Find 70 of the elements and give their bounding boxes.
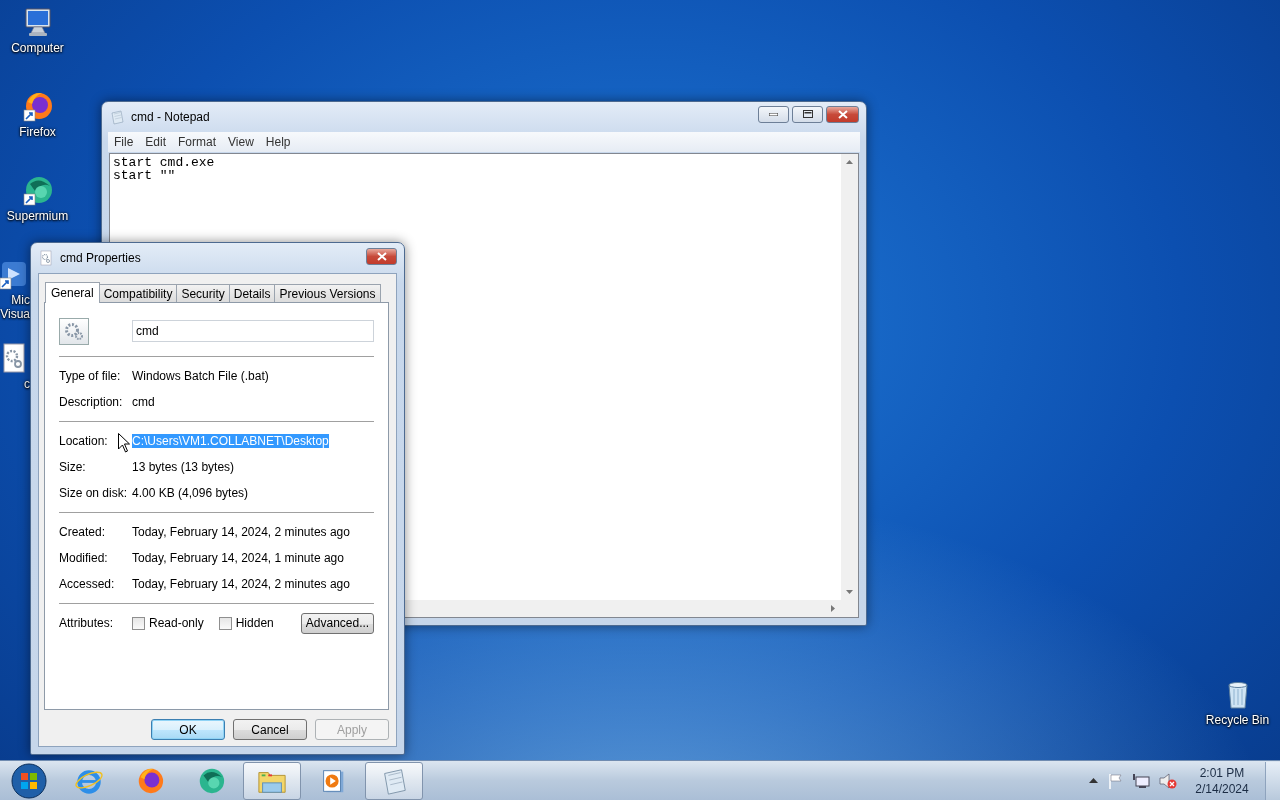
field-label: Size on disk: [59,486,128,500]
close-button[interactable] [366,248,397,265]
notepad-icon [109,109,125,125]
tab[interactable]: Details [228,284,276,302]
clock-time[interactable]: 2:01 PM [1199,764,1245,781]
field-label: Modified: [59,551,108,565]
desktop-icon-label[interactable]: Firefox [19,125,56,139]
taskbar-button[interactable] [365,761,423,800]
field-value: Windows Batch File (.bat) [132,369,269,383]
desktop-icon-label[interactable]: c [0,377,30,391]
tab[interactable]: General [45,282,100,303]
gear-file-icon [59,317,89,345]
field-label: Description: [59,395,123,409]
menu-item[interactable]: File [108,135,140,149]
desktop-icon-label[interactable]: Supermium [6,209,69,223]
field-value: Today, February 14, 2024, 2 minutes ago [132,577,350,591]
menu-item[interactable]: View [222,135,260,149]
scroll-right-icon [831,605,835,612]
flag-icon[interactable] [1107,772,1123,789]
field-label: Location: [59,434,108,448]
minimize-button[interactable] [758,105,789,123]
fox-globe-icon [21,90,54,122]
field-value: 4.00 KB (4,096 bytes) [132,486,249,500]
scroll-down-icon [846,590,853,594]
field-label: Attributes: [59,616,115,630]
checkbox[interactable] [132,616,145,630]
advanced-button[interactable]: Advanced... [301,612,374,634]
field-label: Accessed: [59,577,115,591]
mouse-cursor-icon [118,433,130,453]
show-hidden-icons-icon[interactable] [1089,778,1098,783]
desktop-icon-label[interactable]: Computer [11,41,64,55]
field-value: 13 bytes (13 bytes) [132,460,235,474]
checkbox-label[interactable]: Hidden [235,616,274,630]
file-name-field[interactable]: cmd [132,320,374,342]
gear-file-icon [38,250,54,266]
clock-date[interactable]: 2/14/2024 [1195,780,1249,797]
minimize-icon [769,112,778,116]
checkbox[interactable] [218,616,232,630]
field-value: Today, February 14, 2024, 1 minute ago [132,551,344,565]
taskbar-button[interactable] [243,761,301,800]
menu-item[interactable]: Edit [139,135,173,149]
maximize-icon [802,110,813,118]
close-icon [837,109,848,119]
tab[interactable]: Compatibility [98,284,178,302]
dialog-button[interactable]: Cancel [233,719,307,740]
checkbox-label[interactable]: Read-only [149,616,204,630]
close-button[interactable] [826,105,859,123]
desktop-icon-label[interactable]: Mic Visua [0,293,30,321]
muted-speaker-icon[interactable] [1159,772,1177,789]
close-icon [376,252,387,261]
desktop-icon-label[interactable]: Recycle Bin [1205,713,1270,727]
window-title: cmd - Notepad [131,110,211,124]
field-value: cmd [132,395,155,409]
show-desktop-button[interactable] [1265,761,1280,800]
maximize-button[interactable] [792,105,823,123]
field-label: Size: [59,460,86,474]
scroll-up-icon [846,160,853,164]
vertical-scrollbar[interactable] [841,154,858,600]
dialog-button[interactable]: OK [151,719,225,740]
field-label: Type of file: [59,369,121,383]
menu-item[interactable]: Format [172,135,223,149]
swirl-globe-icon [21,174,54,206]
field-value: Today, February 14, 2024, 2 minutes ago [132,525,350,539]
window-title: cmd Properties [60,251,142,265]
tab[interactable]: Security [176,284,230,302]
tab[interactable]: Previous Versions [274,284,381,302]
menu-item[interactable]: Help [259,135,297,149]
network-icon[interactable] [1132,772,1150,789]
field-label: Created: [59,525,106,539]
start-orb-icon [11,762,47,799]
